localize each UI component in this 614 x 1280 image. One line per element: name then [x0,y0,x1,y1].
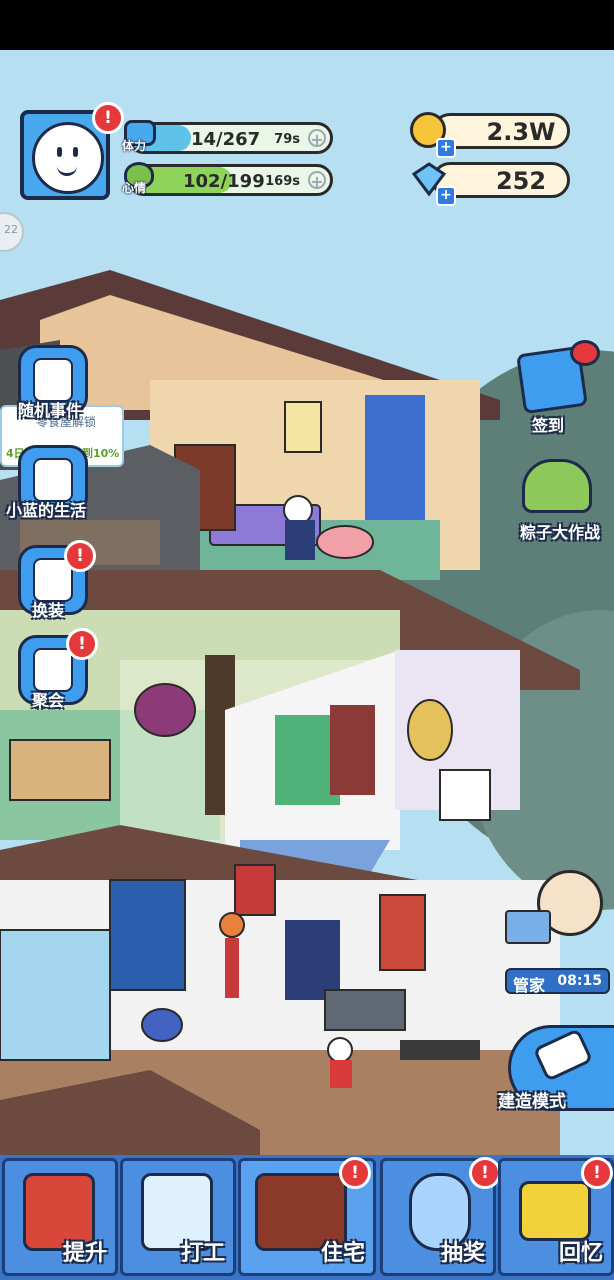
mood-value: 102/199 [183,171,265,192]
sign-in-label: 签到 [531,416,564,435]
sign-in-button[interactable]: 签到 [510,340,606,436]
outfit-notification-badge: ! [64,540,96,572]
camera-icon [519,1181,591,1241]
stamina-value: 14/267 [191,129,261,150]
nav-upgrade-label: 提升 [62,1241,107,1266]
nav-memories[interactable]: 回忆 ! [498,1157,614,1276]
gem-plus-icon[interactable]: + [436,186,456,206]
gem-value: 252 [495,167,547,195]
status-bar [0,0,614,50]
stamina-timer: 79s [274,132,300,147]
nav-residence-label: 住宅 [320,1241,365,1266]
nav-gacha[interactable]: 抽奖 ! [380,1157,501,1276]
party-label: 聚会 [32,691,65,710]
butler-label-bar: 管家 08:15 [505,968,610,995]
butler-button[interactable]: 管家 08:15 [505,870,610,1000]
butler-label: 管家 [513,976,546,995]
mood-timer: 169s [265,174,300,189]
nav-upgrade[interactable]: 提升 [2,1158,118,1276]
mood-plus-icon[interactable]: + [308,171,326,190]
party-popper-icon [33,648,73,692]
stamina-label: 体力 [122,139,147,153]
nav-gacha-label: 抽奖 [440,1241,485,1266]
avatar-face [32,122,104,194]
heart-icon: 心情 [120,158,160,198]
random-event-label: 随机事件 [18,401,83,420]
mood-label: 心情 [122,181,147,195]
notebook-icon [33,358,73,402]
coin-plus-icon[interactable]: + [436,138,456,158]
nav-work-label: 打工 [180,1241,225,1266]
stamina-plus-icon[interactable]: + [308,129,326,148]
butler-laptop [505,910,551,944]
side-tab-label: 22 [4,223,18,236]
life-book-icon [33,458,73,502]
nav-memories-label: 回忆 [558,1241,603,1266]
coin-value: 2.3W [486,118,556,146]
nav-gacha-badge: ! [469,1157,501,1189]
butler-timer: 08:15 [557,973,602,989]
nav-residence-badge: ! [339,1157,371,1189]
party-notification-badge: ! [66,628,98,660]
build-mode-label: 建造模式 [498,1092,566,1112]
nav-memories-badge: ! [581,1157,613,1189]
stamina-icon: 体力 [120,116,160,156]
outfit-label: 换装 [32,601,65,620]
nav-residence[interactable]: 住宅 ! [238,1157,376,1276]
zongzi-battle-button[interactable]: 粽子大作战 [510,455,614,542]
gift-bow-icon [570,340,600,366]
build-mode-button[interactable]: 建造模式 [498,1025,614,1115]
zongzi-icon [522,459,592,513]
xiaolan-life-label: 小蓝的生活 [6,501,87,520]
zongzi-battle-label: 粽子大作战 [519,523,600,542]
nav-work[interactable]: 打工 [120,1158,236,1276]
